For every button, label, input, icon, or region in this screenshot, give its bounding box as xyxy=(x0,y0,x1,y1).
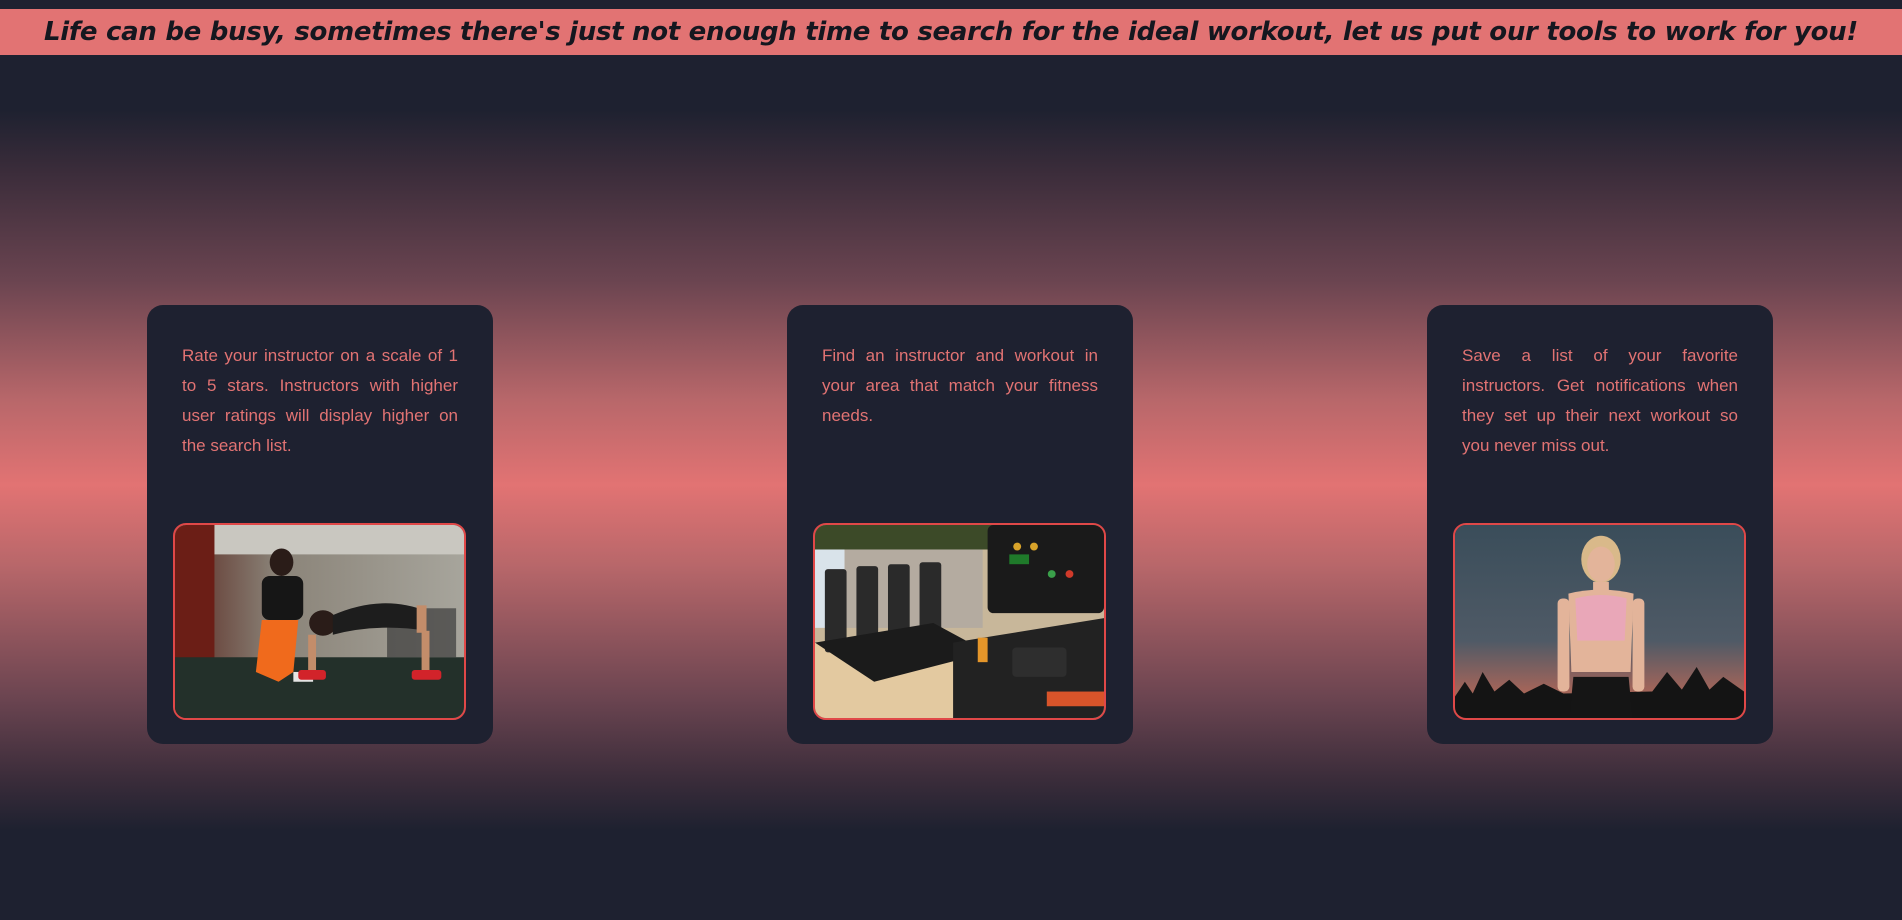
feature-card-description: Rate your instructor on a scale of 1 to … xyxy=(182,346,458,455)
gym-treadmills-photo xyxy=(813,523,1106,720)
feature-card-save-favorites: Save a list of your favorite instructors… xyxy=(1427,305,1773,744)
top-divider xyxy=(0,0,1902,9)
fitness-woman-sunset-photo xyxy=(1453,523,1746,720)
feature-card-description: Find an instructor and workout in your a… xyxy=(822,346,1098,425)
tagline-banner: Life can be busy, sometimes there's just… xyxy=(0,9,1902,55)
instructor-training-photo xyxy=(173,523,466,720)
feature-card-rate-instructor: Rate your instructor on a scale of 1 to … xyxy=(147,305,493,744)
tagline-text: Life can be busy, sometimes there's just… xyxy=(44,17,1858,47)
feature-card-find-instructor: Find an instructor and workout in your a… xyxy=(787,305,1133,744)
feature-card-description: Save a list of your favorite instructors… xyxy=(1462,346,1738,455)
